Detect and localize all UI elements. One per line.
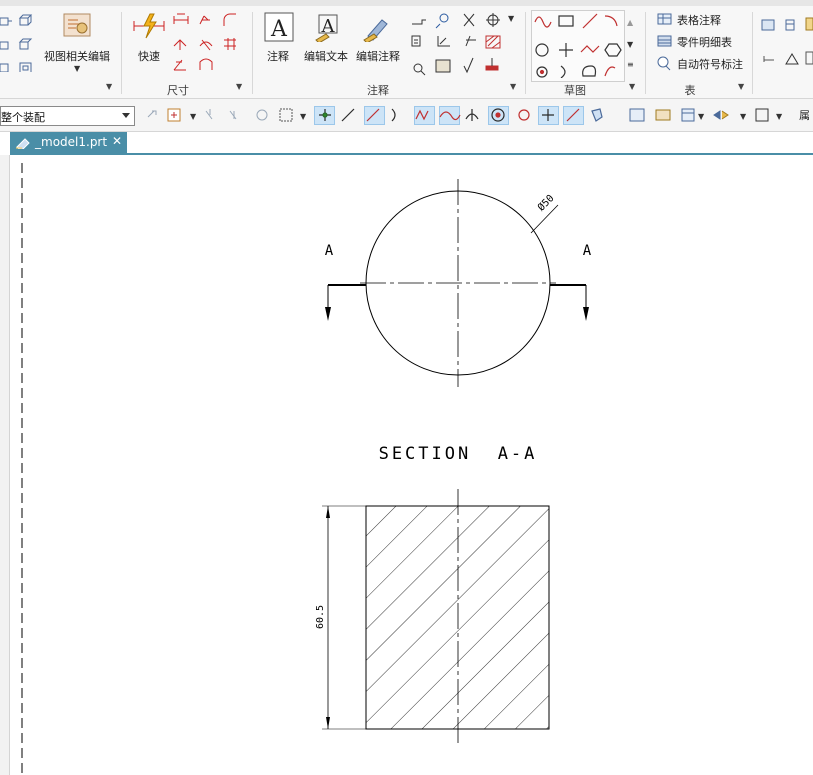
section-arrowhead-left xyxy=(325,307,331,321)
dim-arrow-top xyxy=(326,506,330,518)
sketch-tools-icons[interactable] xyxy=(533,12,623,78)
auto-balloon-label[interactable]: 自动符号标注 xyxy=(677,56,743,72)
tab-label: _model1.prt xyxy=(35,135,108,149)
sketch-group-expand-arrow[interactable]: ▼ xyxy=(629,82,635,91)
svg-text:▼: ▼ xyxy=(740,112,747,121)
dimension-tools-icons[interactable] xyxy=(172,12,244,74)
left-edge-panel xyxy=(0,155,10,775)
selection-scope-value: 整个装配 xyxy=(1,111,45,124)
ribbon: 视图相关编辑 ▼ ▼ 快速 尺寸 ▼ A 注释 A 编辑文本 编辑注释 ▼ 注释… xyxy=(0,6,813,99)
group-separator xyxy=(645,12,646,94)
section-label-left[interactable]: A xyxy=(325,243,334,259)
sketch-scroll-up[interactable]: ▲ xyxy=(627,18,633,27)
annotation-tools-icons[interactable] xyxy=(410,10,520,76)
svg-text:▼: ▼ xyxy=(190,112,197,121)
section-hatch xyxy=(366,506,549,729)
attribute-toolbar-label-cut[interactable]: 属 xyxy=(799,107,810,123)
table-group-expand-arrow[interactable]: ▼ xyxy=(738,82,744,91)
edit-annotation-icon[interactable] xyxy=(362,12,392,42)
drawing-sheet[interactable]: A A Ø50 SECTION A-A 60.5 xyxy=(0,155,813,775)
annotation-group-label: 注释 xyxy=(367,84,389,97)
height-dimension[interactable]: 60.5 xyxy=(315,605,326,629)
section-label-right[interactable]: A xyxy=(583,243,592,259)
edit-text-label[interactable]: 编辑文本 xyxy=(304,48,348,64)
snap-point-icons[interactable] xyxy=(314,105,614,125)
parts-list-label[interactable]: 零件明细表 xyxy=(677,34,732,50)
section-arrowhead-right xyxy=(583,307,589,321)
dimension-group-expand-arrow[interactable]: ▼ xyxy=(236,82,242,91)
note-icon[interactable]: A xyxy=(264,12,294,42)
tabular-note-label[interactable]: 表格注释 xyxy=(677,12,721,28)
sketch-scroll-down[interactable]: ▼ xyxy=(627,40,633,49)
view-tools-icons[interactable] xyxy=(0,12,40,72)
annotation-group-expand-arrow[interactable]: ▼ xyxy=(510,82,516,91)
edit-annotation-label[interactable]: 编辑注释 xyxy=(356,48,400,64)
drawing-canvas[interactable]: A A Ø50 SECTION A-A 60.5 xyxy=(0,155,813,775)
view-group-expand-arrow[interactable]: ▼ xyxy=(106,82,112,91)
table-tools-icons[interactable] xyxy=(657,12,673,72)
sketch-group-label: 草图 xyxy=(564,84,586,97)
drawing-sheet-icon xyxy=(16,138,30,149)
svg-text:A: A xyxy=(270,17,288,42)
group-separator xyxy=(121,12,122,94)
svg-text:▼: ▼ xyxy=(776,112,783,121)
table-group-label: 表 xyxy=(684,84,696,97)
selection-toolbar: 整个装配 ▼ ▼ ▼ ▼ ▼ 属 xyxy=(0,99,813,132)
document-tab-bar: _model1.prt ✕ xyxy=(0,132,813,154)
more-drawing-tools-icons[interactable] xyxy=(760,16,813,74)
selection-filter-icons[interactable]: ▼ ▼ xyxy=(144,105,309,125)
dim-arrow-bottom xyxy=(326,717,330,729)
close-icon[interactable]: ✕ xyxy=(112,134,122,148)
edit-text-icon[interactable]: A xyxy=(312,12,342,42)
rapid-dimension-label[interactable]: 快速 xyxy=(138,48,160,64)
view-toolbar-icons[interactable]: ▼ ▼ ▼ xyxy=(626,105,796,125)
group-separator xyxy=(525,12,526,94)
tab-model1[interactable]: _model1.prt ✕ xyxy=(10,132,127,153)
sketch-gallery-expand[interactable]: ≡ xyxy=(627,60,634,69)
annotation-more-arrow[interactable]: ▼ xyxy=(508,14,514,23)
view-dependent-edit-icon[interactable] xyxy=(62,12,92,40)
svg-text:▼: ▼ xyxy=(698,112,705,121)
view-edit-dropdown-arrow[interactable]: ▼ xyxy=(74,64,80,73)
section-view-title[interactable]: SECTION A-A xyxy=(379,444,538,464)
group-separator xyxy=(752,12,753,94)
svg-text:▼: ▼ xyxy=(300,112,307,121)
chevron-down-icon[interactable] xyxy=(122,113,130,118)
view-dependent-edit-label[interactable]: 视图相关编辑 xyxy=(44,48,110,64)
group-separator xyxy=(252,12,253,94)
svg-text:A: A xyxy=(321,16,336,37)
selection-scope-dropdown[interactable]: 整个装配 xyxy=(0,106,135,126)
rapid-dimension-icon[interactable] xyxy=(132,12,166,40)
note-label[interactable]: 注释 xyxy=(267,48,289,64)
dimension-group-label: 尺寸 xyxy=(167,84,189,97)
